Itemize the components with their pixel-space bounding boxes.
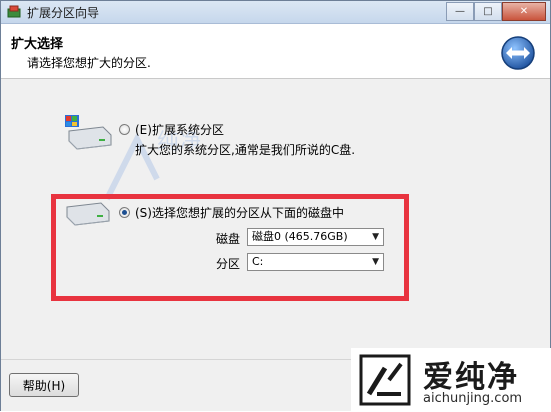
maximize-button[interactable]: □ bbox=[474, 2, 502, 21]
extend-system-partition-radio[interactable] bbox=[119, 124, 130, 135]
chevron-down-icon: ▼ bbox=[372, 257, 379, 267]
wizard-header: 扩大选择 请选择您想扩大的分区. bbox=[1, 24, 550, 79]
drive-icon bbox=[66, 202, 110, 226]
watermark-logo-icon bbox=[359, 354, 411, 406]
window-controls: — □ ✕ bbox=[446, 2, 546, 21]
select-partition-radio[interactable] bbox=[119, 207, 130, 218]
minimize-button[interactable]: — bbox=[446, 2, 474, 21]
window-title: 扩展分区向导 bbox=[27, 6, 100, 20]
page-subtitle: 请选择您想扩大的分区. bbox=[27, 56, 151, 70]
disk-label: 磁盘 bbox=[216, 232, 241, 246]
partition-select[interactable]: C: ▼ bbox=[247, 253, 384, 271]
watermark-title: 爱纯净 bbox=[423, 360, 519, 395]
disk-select-value: 磁盘0 (465.76GB) bbox=[252, 230, 348, 243]
extend-system-partition-label[interactable]: (E)扩展系统分区 bbox=[135, 121, 224, 138]
close-button[interactable]: ✕ bbox=[502, 2, 546, 21]
partition-label: 分区 bbox=[216, 257, 241, 271]
watermark: 爱纯净 aichunjing.com bbox=[351, 348, 551, 412]
title-bar: 扩展分区向导 — □ ✕ bbox=[1, 1, 550, 24]
help-button[interactable]: 帮助(H) bbox=[9, 373, 79, 397]
disk-select[interactable]: 磁盘0 (465.76GB) ▼ bbox=[247, 228, 384, 246]
app-icon bbox=[7, 5, 21, 18]
wizard-window: 扩展分区向导 — □ ✕ 扩大选择 请选择您想扩大的分区. 纯净 (E)扩展系统… bbox=[0, 0, 551, 412]
partition-select-value: C: bbox=[252, 255, 264, 268]
expand-arrows-icon bbox=[501, 36, 535, 70]
select-partition-label[interactable]: (S)选择您想扩展的分区从下面的磁盘中 bbox=[135, 204, 344, 221]
extend-system-partition-description: 扩大您的系统分区,通常是我们所说的C盘. bbox=[135, 143, 356, 157]
page-title: 扩大选择 bbox=[11, 37, 64, 52]
system-drive-icon bbox=[65, 115, 112, 150]
wizard-content: 纯净 (E)扩展系统分区 扩大您的系统分区,通常是我们所说的C盘. (S)选择您… bbox=[1, 79, 550, 359]
chevron-down-icon: ▼ bbox=[372, 232, 379, 242]
watermark-url: aichunjing.com bbox=[423, 391, 523, 406]
